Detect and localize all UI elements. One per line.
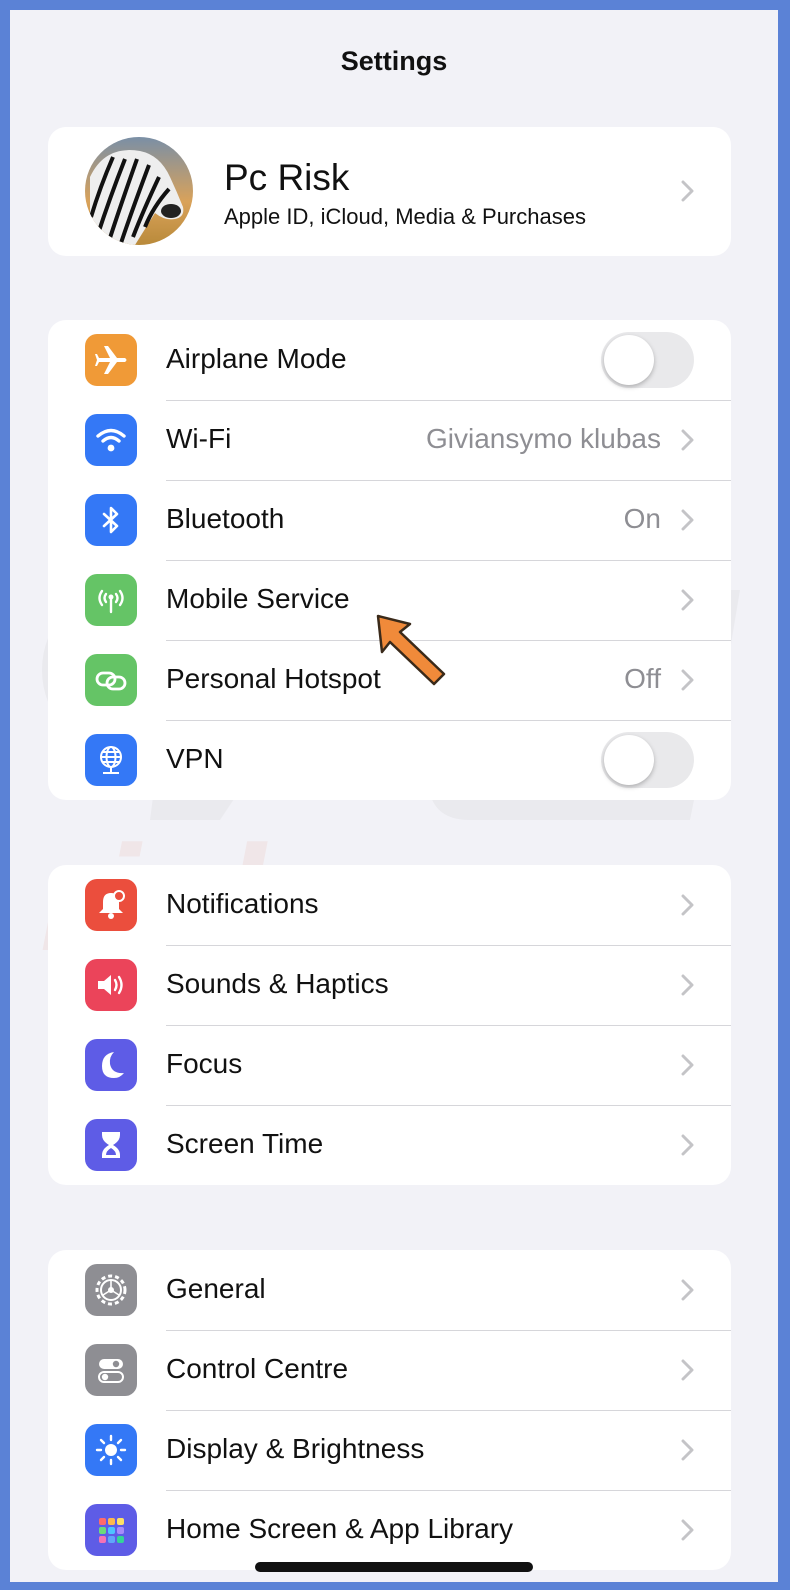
profile-name: Pc Risk (224, 157, 350, 198)
chevron-right-icon (681, 589, 694, 611)
row-value: Giviansymo klubas (426, 423, 661, 454)
row-control-centre[interactable]: Control Centre (48, 1330, 731, 1410)
row-home-screen[interactable]: Home Screen & App Library (48, 1490, 731, 1570)
row-focus[interactable]: Focus (48, 1025, 731, 1105)
row-label: Wi-Fi (166, 423, 232, 454)
avatar (85, 137, 193, 245)
toggle-knob (604, 335, 654, 385)
chevron-right-icon (681, 180, 694, 202)
chevron-right-icon (681, 1439, 694, 1461)
row-label: Display & Brightness (166, 1433, 425, 1464)
row-label: VPN (166, 743, 224, 774)
row-label: Focus (166, 1048, 243, 1079)
row-airplane-mode[interactable]: Airplane Mode (48, 320, 731, 400)
row-value: On (623, 503, 661, 534)
sun-icon (85, 1424, 137, 1476)
apple-id-card[interactable]: Pc Risk Apple ID, iCloud, Media & Purcha… (48, 127, 731, 256)
speaker-icon (85, 959, 137, 1011)
toggle-knob (604, 735, 654, 785)
antenna-icon (85, 574, 137, 626)
chevron-right-icon (681, 1134, 694, 1156)
row-label: Mobile Service (166, 583, 350, 614)
row-label: Home Screen & App Library (166, 1513, 514, 1544)
chevron-right-icon (681, 1054, 694, 1076)
row-label: General (166, 1273, 266, 1304)
globe-icon (85, 734, 137, 786)
chevron-right-icon (681, 1359, 694, 1381)
chevron-right-icon (681, 894, 694, 916)
grid-icon (85, 1504, 137, 1556)
hotspot-icon (85, 654, 137, 706)
bluetooth-icon (85, 494, 137, 546)
row-wifi[interactable]: Wi-Fi Giviansymo klubas (48, 400, 731, 480)
row-sounds-haptics[interactable]: Sounds & Haptics (48, 945, 731, 1025)
row-label: Control Centre (166, 1353, 349, 1384)
home-indicator[interactable] (255, 1562, 533, 1572)
row-label: Sounds & Haptics (166, 968, 389, 999)
bell-icon (85, 879, 137, 931)
row-label: Airplane Mode (166, 343, 347, 374)
chevron-right-icon (681, 429, 694, 451)
airplane-mode-toggle[interactable] (601, 332, 694, 388)
hourglass-icon (85, 1119, 137, 1171)
chevron-right-icon (681, 509, 694, 531)
vpn-toggle[interactable] (601, 732, 694, 788)
chevron-right-icon (681, 974, 694, 996)
settings-screen: risk.com Settings (10, 10, 778, 1582)
switches-icon (85, 1344, 137, 1396)
profile-subtitle: Apple ID, iCloud, Media & Purchases (224, 204, 586, 229)
chevron-right-icon (681, 1519, 694, 1541)
row-label: Personal Hotspot (166, 663, 381, 694)
row-bluetooth[interactable]: Bluetooth On (48, 480, 731, 560)
row-label: Bluetooth (166, 503, 285, 534)
wifi-icon (85, 414, 137, 466)
row-notifications[interactable]: Notifications (48, 865, 731, 945)
chevron-right-icon (681, 1279, 694, 1301)
airplane-icon (85, 334, 137, 386)
row-label: Screen Time (166, 1128, 324, 1159)
chevron-right-icon (681, 669, 694, 691)
row-vpn[interactable]: VPN (48, 720, 731, 800)
row-label: Notifications (166, 888, 319, 919)
moon-icon (85, 1039, 137, 1091)
attention-group: Notifications Sounds & Haptics Focus Scr… (48, 865, 731, 1185)
connectivity-group: Airplane Mode Wi-Fi Giviansymo klubas Bl… (48, 320, 731, 800)
page-title: Settings (340, 46, 448, 76)
general-group: General Control Centre Display & Brightn… (48, 1250, 731, 1570)
gear-icon (85, 1264, 137, 1316)
row-screen-time[interactable]: Screen Time (48, 1105, 731, 1185)
row-display-brightness[interactable]: Display & Brightness (48, 1410, 731, 1490)
row-general[interactable]: General (48, 1250, 731, 1330)
row-value: Off (624, 663, 661, 694)
pointer-arrow-icon (376, 614, 446, 686)
